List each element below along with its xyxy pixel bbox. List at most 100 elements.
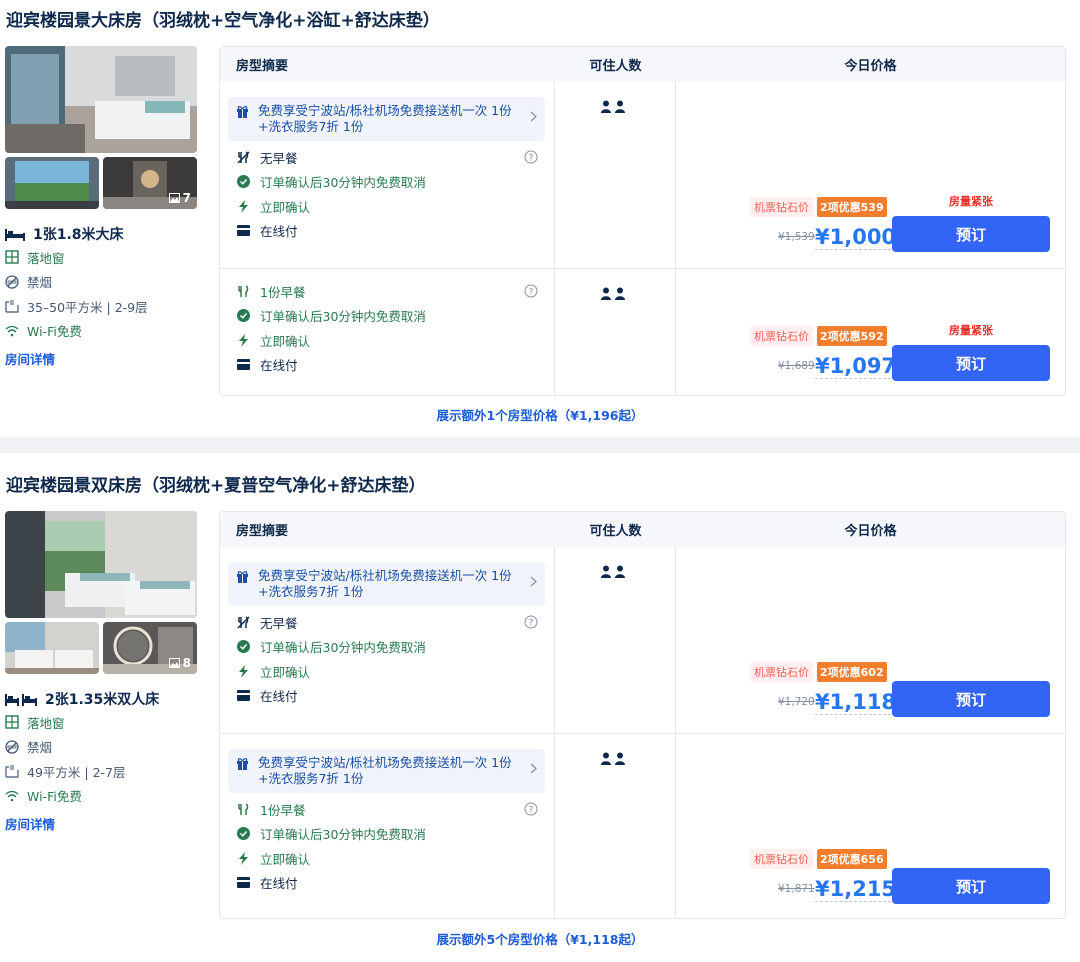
card-icon xyxy=(237,690,250,702)
offer-table: 房型摘要 可住人数 今日价格 免费享受宁波站/栎社机场免费接送机一次 1份+洗衣… xyxy=(219,511,1066,919)
room-detail-link[interactable]: 房间详情 xyxy=(5,349,205,368)
fact-area: 35–50平方米 | 2-9层 xyxy=(5,294,205,319)
payment-type: 在线付 xyxy=(228,353,546,378)
current-price[interactable]: ¥1,215 xyxy=(815,877,897,902)
header-price: 今日价格 xyxy=(844,59,897,74)
svg-text:?: ? xyxy=(529,619,534,629)
fact-nosmoking: 禁烟 xyxy=(5,270,205,295)
fact-window: 落地窗 xyxy=(5,245,205,270)
room-photo-main[interactable] xyxy=(5,511,197,618)
area-icon xyxy=(5,765,19,778)
room-title: 迎宾楼园景大床房（羽绒枕+空气净化+浴缸+舒达床垫） xyxy=(6,11,440,31)
promo-badge[interactable]: 2项优惠592 xyxy=(817,326,887,346)
room-photo-thumb[interactable]: 7 xyxy=(103,157,197,209)
instant-confirm: 立即确认 xyxy=(228,328,546,353)
check-circle-icon xyxy=(237,175,250,189)
fact-wifi: Wi-Fi免费 xyxy=(5,784,205,809)
guest-capacity xyxy=(555,547,676,733)
room-facts: 2张1.35米双人床 落地窗 禁烟 49平方米 | 2-7层 Wi-Fi免费 房… xyxy=(5,688,205,833)
cancel-policy: 订单确认后30分钟内免费取消 xyxy=(228,170,546,195)
original-price: ¥1,539 xyxy=(778,231,815,243)
fact-window: 落地窗 xyxy=(5,710,205,735)
room-photos[interactable]: 7 xyxy=(5,46,197,209)
no-breakfast-icon xyxy=(237,151,250,164)
gift-banner[interactable]: 免费享受宁波站/栎社机场免费接送机一次 1份+洗衣服务7折 1份 xyxy=(228,97,545,141)
breakfast-icon xyxy=(238,285,249,297)
card-icon xyxy=(237,359,250,371)
help-icon: ? xyxy=(524,802,538,816)
lightning-icon xyxy=(239,199,248,213)
room-detail-link[interactable]: 房间详情 xyxy=(5,814,205,833)
gift-banner[interactable]: 免费享受宁波站/栎社机场免费接送机一次 1份+洗衣服务7折 1份 xyxy=(228,749,545,793)
chevron-right-icon xyxy=(530,111,537,122)
breakfast-icon xyxy=(238,803,249,815)
lightning-icon xyxy=(239,333,248,347)
offer-row: 免费享受宁波站/栎社机场免费接送机一次 1份+洗衣服务7折 1份 1份早餐 ? … xyxy=(220,733,1065,919)
instant-confirm: 立即确认 xyxy=(228,194,546,219)
promo-badge[interactable]: 2项优惠539 xyxy=(817,197,887,217)
table-header: 房型摘要 可住人数 今日价格 xyxy=(220,512,1065,547)
header-price: 今日价格 xyxy=(844,524,897,539)
book-button[interactable]: 预订 xyxy=(892,681,1050,717)
guests-icon xyxy=(601,752,625,765)
no-breakfast-icon xyxy=(237,616,250,629)
room-photo-thumb[interactable] xyxy=(5,157,99,209)
meal-info: 1份早餐 ? xyxy=(228,279,546,304)
current-price[interactable]: ¥1,118 xyxy=(815,690,897,715)
header-guests: 可住人数 xyxy=(589,524,642,539)
guests-icon xyxy=(601,287,625,300)
gift-banner[interactable]: 免费享受宁波站/栎社机场免费接送机一次 1份+洗衣服务7折 1份 xyxy=(228,562,545,606)
cancel-policy: 订单确认后30分钟内免费取消 xyxy=(228,304,546,329)
room-photo-thumb[interactable]: 8 xyxy=(103,622,197,674)
book-button[interactable]: 预订 xyxy=(892,868,1050,904)
gift-icon xyxy=(237,106,248,118)
svg-text:?: ? xyxy=(529,154,534,164)
check-circle-icon xyxy=(237,309,250,323)
no-smoking-icon xyxy=(5,275,19,289)
price-cell: 房量紧张 机票钻石价 2项优惠539 ¥1,539 ¥1,000 预订 xyxy=(676,82,1065,268)
room-photo-main[interactable] xyxy=(5,46,197,153)
check-circle-icon xyxy=(237,640,250,654)
instant-confirm: 立即确认 xyxy=(228,659,546,684)
offer-summary: 免费享受宁波站/栎社机场免费接送机一次 1份+洗衣服务7折 1份 1份早餐 ? … xyxy=(220,734,555,919)
original-price: ¥1,871 xyxy=(778,883,815,895)
price-cell: 机票钻石价 2项优惠656 ¥1,871 ¥1,215 预订 xyxy=(676,734,1065,919)
card-icon xyxy=(237,877,250,889)
room-title: 迎宾楼园景双床房（羽绒枕+夏普空气净化+舒达床垫） xyxy=(6,476,426,496)
vip-price-tag: 机票钻石价 xyxy=(750,326,813,346)
fact-wifi: Wi-Fi免费 xyxy=(5,319,205,344)
gift-icon xyxy=(237,758,248,770)
help-icon: ? xyxy=(524,615,538,629)
offer-table: 房型摘要 可住人数 今日价格 免费享受宁波站/栎社机场免费接送机一次 1份+洗衣… xyxy=(219,46,1066,396)
price-cell: 机票钻石价 2项优惠602 ¥1,720 ¥1,118 预订 xyxy=(676,547,1065,733)
current-price[interactable]: ¥1,000 xyxy=(815,225,897,250)
price-cell: 房量紧张 机票钻石价 2项优惠592 ¥1,689 ¥1,097 预订 xyxy=(676,269,1065,396)
instant-confirm: 立即确认 xyxy=(228,846,546,871)
room-photos[interactable]: 8 xyxy=(5,511,197,674)
promo-badge[interactable]: 2项优惠602 xyxy=(817,662,887,682)
offer-row: 免费享受宁波站/栎社机场免费接送机一次 1份+洗衣服务7折 1份 无早餐 ? 订… xyxy=(220,82,1065,268)
payment-type: 在线付 xyxy=(228,684,546,709)
show-more-link[interactable]: 展示额外5个房型价格（¥1,118起） xyxy=(0,929,1080,948)
guests-icon xyxy=(601,100,625,113)
bed-type: 1张1.8米大床 xyxy=(5,223,205,245)
book-button[interactable]: 预订 xyxy=(892,345,1050,381)
original-price: ¥1,689 xyxy=(778,360,815,372)
fact-nosmoking: 禁烟 xyxy=(5,735,205,760)
meal-info: 无早餐 ? xyxy=(228,610,546,635)
promo-badge[interactable]: 2项优惠656 xyxy=(817,849,887,869)
check-circle-icon xyxy=(237,827,250,841)
svg-text:?: ? xyxy=(529,288,534,298)
room-facts: 1张1.8米大床 落地窗 禁烟 35–50平方米 | 2-9层 Wi-Fi免费 … xyxy=(5,223,205,368)
image-icon xyxy=(168,193,180,203)
current-price[interactable]: ¥1,097 xyxy=(815,354,897,379)
room-photo-thumb[interactable] xyxy=(5,622,99,674)
book-button[interactable]: 预订 xyxy=(892,216,1050,252)
room-card: 迎宾楼园景双床房（羽绒枕+夏普空气净化+舒达床垫） 8 2张1.35米双人床 落… xyxy=(0,465,1080,962)
show-more-link[interactable]: 展示额外1个房型价格（¥1,196起） xyxy=(0,405,1080,424)
bed-icon xyxy=(5,229,25,241)
chevron-right-icon xyxy=(530,763,537,774)
svg-text:?: ? xyxy=(529,806,534,816)
meal-info: 无早餐 ? xyxy=(228,145,546,170)
lightning-icon xyxy=(239,664,248,678)
